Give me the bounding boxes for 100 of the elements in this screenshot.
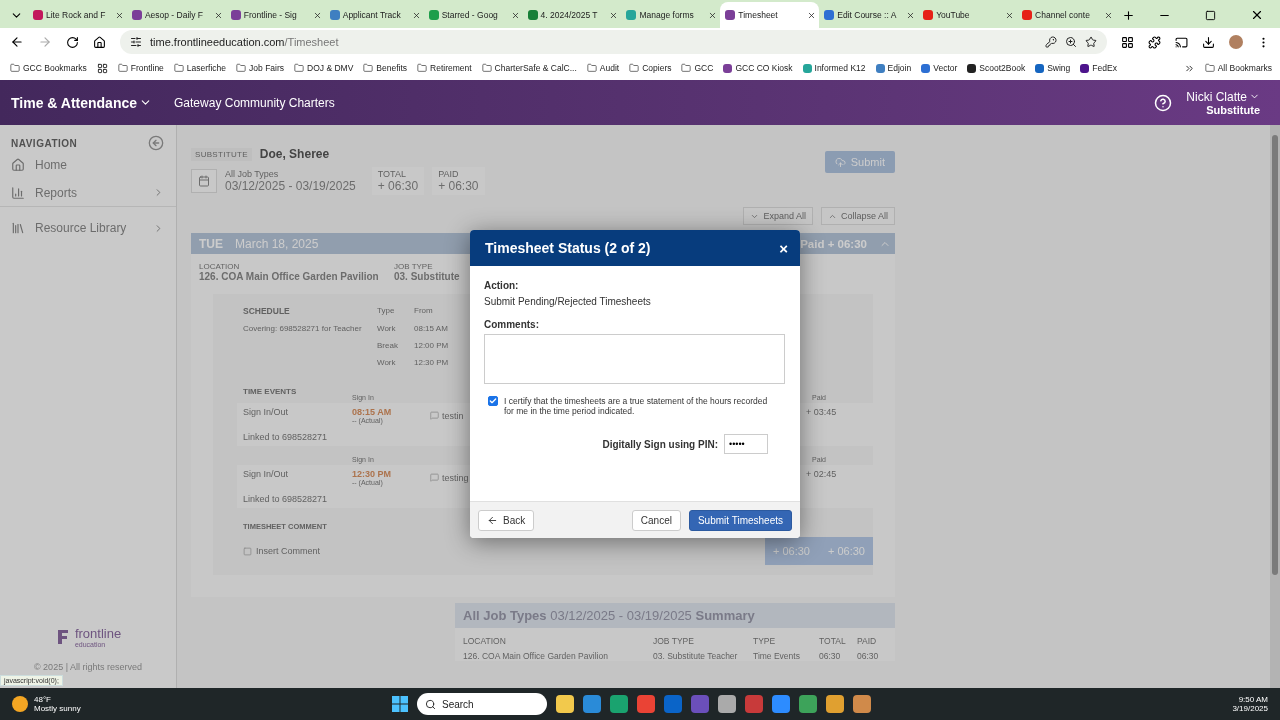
back-icon[interactable] bbox=[10, 35, 24, 49]
tab-title: Timesheet bbox=[738, 10, 779, 20]
bookmark[interactable]: CharterSafe & CalC... bbox=[481, 63, 577, 73]
column-header: PAID bbox=[857, 636, 878, 646]
close-icon[interactable] bbox=[1103, 10, 1113, 20]
browser-tab[interactable]: Edit Course :: A bbox=[819, 2, 919, 28]
bookmark[interactable]: Swing bbox=[1035, 63, 1071, 73]
app-icon[interactable] bbox=[799, 695, 817, 713]
reload-icon[interactable] bbox=[66, 35, 79, 49]
bookmark[interactable]: Frontline bbox=[117, 63, 164, 73]
sun-icon[interactable] bbox=[12, 696, 28, 712]
app-icon[interactable] bbox=[610, 695, 628, 713]
browser-tab[interactable]: YouTube bbox=[918, 2, 1018, 28]
bookmark[interactable]: Audit bbox=[586, 63, 620, 73]
maximize-icon[interactable] bbox=[1205, 9, 1217, 21]
column-header: Type bbox=[377, 306, 396, 315]
bookmark[interactable]: Job Fairs bbox=[236, 63, 285, 73]
bookmark[interactable]: Benefits bbox=[363, 63, 408, 73]
bookmark[interactable]: Laserfiche bbox=[173, 63, 227, 73]
sign-in-time: 08:15 AM bbox=[352, 407, 392, 417]
app-icon[interactable] bbox=[772, 695, 790, 713]
grid-icon[interactable] bbox=[1121, 35, 1134, 49]
bookmark[interactable]: DOJ & DMV bbox=[294, 63, 354, 73]
browser-tab[interactable]: Frontline - Sig bbox=[225, 2, 325, 28]
certify-checkbox[interactable] bbox=[488, 396, 498, 406]
comments-field[interactable] bbox=[484, 334, 785, 384]
bookmark[interactable]: GCC bbox=[681, 63, 714, 73]
user-menu[interactable]: Nicki Clatte Substitute bbox=[1186, 89, 1260, 116]
new-tab-icon[interactable] bbox=[1122, 8, 1136, 22]
bookmark[interactable]: Scoot2Book bbox=[967, 63, 1026, 73]
start-icon[interactable] bbox=[392, 696, 408, 712]
close-icon[interactable] bbox=[807, 10, 817, 20]
extensions-icon[interactable] bbox=[1148, 35, 1161, 49]
app-icon[interactable] bbox=[556, 695, 574, 713]
bookmark[interactable]: Vector bbox=[921, 63, 958, 73]
column-header: TOTAL bbox=[819, 636, 847, 646]
app-icon[interactable] bbox=[826, 695, 844, 713]
browser-tab[interactable]: Channel conte bbox=[1017, 2, 1116, 28]
bookmark[interactable]: Retirement bbox=[417, 63, 472, 73]
bookmark[interactable]: GCC CO Kiosk bbox=[723, 63, 793, 73]
close-icon[interactable] bbox=[609, 10, 619, 20]
stat-label: PAID bbox=[438, 169, 459, 179]
folder-icon bbox=[1204, 63, 1215, 73]
apps-icon[interactable] bbox=[96, 62, 108, 74]
download-icon[interactable] bbox=[1202, 35, 1215, 49]
paid-time: + 03:45 bbox=[806, 407, 838, 417]
employee-name: Doe, Sheree bbox=[259, 147, 330, 161]
app-icon[interactable] bbox=[637, 695, 655, 713]
site-info-icon[interactable] bbox=[130, 36, 142, 48]
browser-tab[interactable]: Timesheet bbox=[720, 2, 820, 28]
expand-all-button[interactable]: Expand All bbox=[743, 207, 813, 225]
folder-icon bbox=[173, 63, 184, 73]
bookmark[interactable]: GCC Bookmarks bbox=[10, 63, 87, 73]
browser-tab[interactable]: Aesop - Daily F bbox=[126, 2, 226, 28]
close-button[interactable]: × bbox=[779, 239, 788, 257]
close-icon[interactable] bbox=[411, 10, 421, 20]
app-icon[interactable] bbox=[718, 695, 736, 713]
app-menu[interactable]: Time & Attendance bbox=[11, 94, 153, 111]
cancel-button[interactable]: Cancel bbox=[631, 509, 681, 531]
help-icon[interactable] bbox=[1154, 93, 1173, 112]
bookmark-star-icon[interactable] bbox=[1085, 36, 1097, 48]
bookmark[interactable]: FedEx bbox=[1080, 63, 1117, 73]
cast-icon[interactable] bbox=[1175, 35, 1188, 49]
temperature: 48°F bbox=[34, 695, 51, 704]
app-icon[interactable] bbox=[853, 695, 871, 713]
close-icon[interactable] bbox=[906, 10, 916, 20]
location-value: 126. COA Main Office Garden Pavilion bbox=[199, 271, 379, 282]
home-icon[interactable] bbox=[93, 35, 106, 49]
avatar[interactable] bbox=[1229, 35, 1243, 49]
bookmark[interactable]: Informed K12 bbox=[802, 63, 866, 73]
tab-title: Starred - Goog bbox=[441, 10, 499, 20]
zoom-icon[interactable] bbox=[1065, 36, 1077, 48]
bookmark[interactable]: Edjoin bbox=[875, 63, 912, 73]
close-icon[interactable] bbox=[708, 10, 718, 20]
close-icon[interactable] bbox=[312, 10, 322, 20]
calendar-button[interactable] bbox=[191, 169, 217, 193]
app-icon[interactable] bbox=[583, 695, 601, 713]
browser-tab[interactable]: 4. 2024/2025 T bbox=[522, 2, 622, 28]
browser-tab[interactable]: Lite Rock and F bbox=[28, 2, 127, 28]
collapse-all-button[interactable]: Collapse All bbox=[820, 207, 895, 225]
taskbar-search[interactable]: Search bbox=[417, 693, 547, 715]
table-cell-text: Work bbox=[377, 324, 397, 333]
pin-field[interactable]: ••••• bbox=[724, 434, 768, 455]
clock[interactable]: 9:50 AM 3/19/2025 bbox=[1232, 695, 1268, 713]
search-icon bbox=[425, 698, 436, 710]
submit-timesheets-button[interactable]: Submit Timesheets bbox=[688, 509, 792, 531]
close-icon[interactable] bbox=[213, 10, 223, 20]
close-icon[interactable] bbox=[510, 10, 520, 20]
key-icon[interactable] bbox=[1045, 36, 1057, 48]
address-bar[interactable]: time.frontlineeducation.com/Timesheet bbox=[120, 30, 1107, 54]
browser-tab[interactable]: Starred - Goog bbox=[423, 2, 523, 28]
close-icon[interactable] bbox=[114, 10, 124, 20]
collapse-icon[interactable] bbox=[148, 135, 164, 151]
close-icon[interactable] bbox=[1005, 10, 1015, 20]
browser-tab[interactable]: Manage forms bbox=[621, 2, 721, 28]
folder-icon bbox=[586, 63, 597, 73]
back-button[interactable]: Back bbox=[478, 509, 535, 531]
bookmark[interactable]: All Bookmarks bbox=[1204, 63, 1272, 73]
bookmark[interactable]: Copiers bbox=[629, 63, 672, 73]
browser-tab[interactable]: Applicant Track bbox=[324, 2, 424, 28]
